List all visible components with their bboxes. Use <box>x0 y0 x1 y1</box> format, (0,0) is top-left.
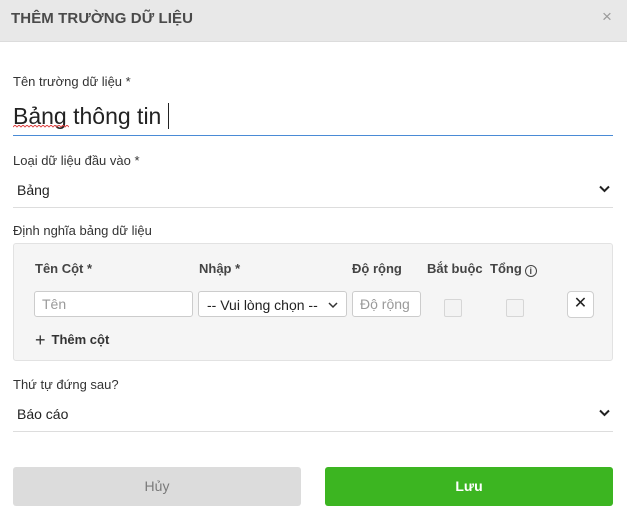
delete-row-button[interactable]: ✕ <box>567 291 594 318</box>
column-width-input[interactable] <box>352 291 421 317</box>
plus-icon: + <box>35 330 46 350</box>
position-after-label: Thứ tự đứng sau? <box>13 377 119 392</box>
add-column-button[interactable]: + Thêm cột <box>35 330 109 351</box>
spellcheck-underline <box>13 125 69 128</box>
add-column-label: Thêm cột <box>51 332 110 347</box>
close-icon[interactable]: × <box>599 8 615 25</box>
info-icon[interactable]: i <box>524 265 537 277</box>
position-after-value: Báo cáo <box>17 406 69 422</box>
dialog-header: THÊM TRƯỜNG DỮ LIỆU × <box>0 0 627 42</box>
chevron-down-icon <box>328 302 338 309</box>
column-header-required: Bắt buộc <box>427 261 483 276</box>
position-after-select[interactable]: Báo cáo <box>13 399 613 432</box>
column-header-width: Độ rộng <box>352 261 402 276</box>
chevron-down-icon <box>599 185 610 193</box>
column-header-total-label: Tổng <box>490 261 522 276</box>
save-button[interactable]: Lưu <box>325 467 613 506</box>
field-name-label: Tên trường dữ liệu * <box>13 74 131 89</box>
table-definition-label: Định nghĩa bảng dữ liệu <box>13 223 152 238</box>
column-header-type: Nhập * <box>199 261 241 276</box>
column-name-input[interactable] <box>34 291 193 317</box>
column-type-value: -- Vui lòng chọn -- <box>207 297 318 313</box>
cancel-button[interactable]: Hủy <box>13 467 301 506</box>
required-checkbox[interactable] <box>444 299 462 317</box>
column-header-total: Tổng i <box>490 261 537 277</box>
input-type-value: Bảng <box>17 182 50 198</box>
column-type-select[interactable]: -- Vui lòng chọn -- <box>198 291 347 317</box>
input-type-select[interactable]: Bảng <box>13 175 613 208</box>
table-definition-panel: Tên Cột * Nhập * Độ rộng Bắt buộc Tổng i … <box>13 243 613 361</box>
input-type-label: Loại dữ liệu đầu vào * <box>13 153 140 168</box>
total-checkbox[interactable] <box>506 299 524 317</box>
dialog-title: THÊM TRƯỜNG DỮ LIỆU <box>11 10 194 27</box>
text-caret <box>168 103 169 129</box>
column-header-name: Tên Cột * <box>35 261 93 276</box>
chevron-down-icon <box>599 409 610 417</box>
field-name-input[interactable] <box>13 98 613 136</box>
